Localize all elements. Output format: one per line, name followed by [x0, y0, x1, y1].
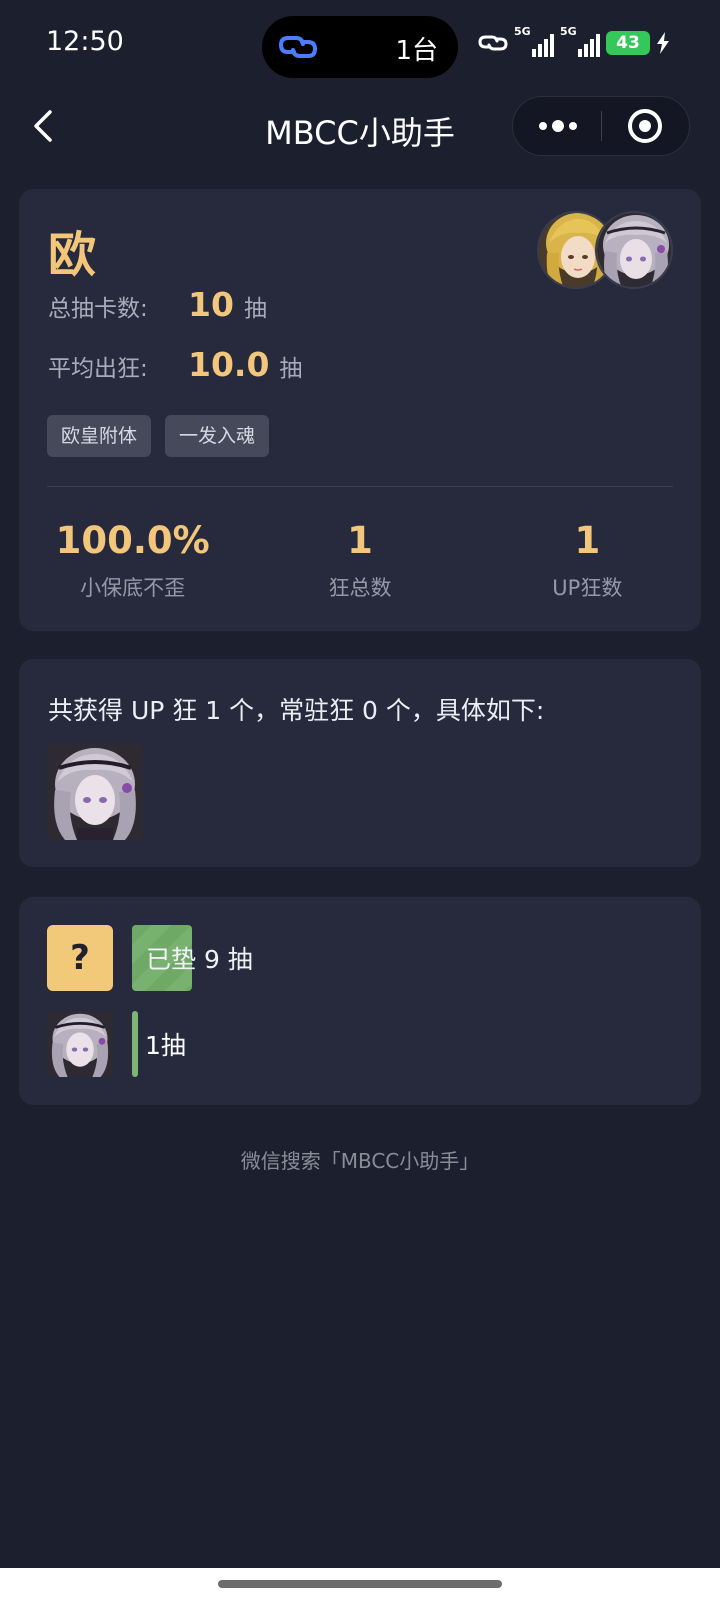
average-pulls-unit: 抽 — [279, 356, 303, 382]
footer-hint: 微信搜索「MBCC小助手」 — [240, 1149, 480, 1173]
metric-value: 100.0% — [55, 519, 210, 562]
metric-label: 狂总数 — [328, 576, 392, 600]
avatar-group — [537, 211, 673, 291]
metric-up-count: 1 UP狂数 — [474, 519, 701, 602]
average-pulls-label: 平均出狂: — [48, 356, 148, 382]
metrics-row: 100.0% 小保底不歪 1 狂总数 1 UP狂数 — [19, 519, 701, 602]
mini-program-capsule — [512, 96, 690, 156]
status-bar: 12:50 1台 5G 5G 43 — [0, 0, 720, 86]
average-pulls-value: 10.0 — [188, 345, 270, 384]
island-text: 1台 — [395, 36, 438, 66]
total-pulls-value: 10 — [188, 285, 234, 324]
total-pulls-label: 总抽卡数: — [48, 296, 148, 322]
more-button[interactable] — [513, 97, 601, 155]
tag: 欧皇附体 — [47, 415, 152, 457]
character-thumbnail[interactable] — [47, 744, 143, 840]
avatar-silver-hair-character — [595, 211, 673, 289]
battery-icon: 43 — [606, 31, 650, 55]
character-thumbnail[interactable] — [47, 1011, 113, 1077]
metric-total-count: 1 狂总数 — [246, 519, 473, 602]
link-icon — [278, 36, 318, 58]
tag: 一发入魂 — [165, 415, 270, 457]
pull-count-bar: 1抽 — [132, 1011, 186, 1077]
pity-progress-text: 已垫 9 抽 — [146, 945, 253, 974]
more-dots-icon — [539, 120, 577, 132]
charging-bolt-icon — [657, 32, 669, 54]
pull-history-card: ? 已垫 9 抽 1抽 — [19, 897, 701, 1105]
total-pulls-unit: 抽 — [243, 296, 267, 322]
signal-5g-icon: 5G — [514, 25, 554, 57]
target-circle-icon — [628, 109, 662, 143]
average-pulls-row: 平均出狂: 10.0 抽 — [48, 345, 302, 384]
obtained-summary: 共获得 UP 狂 1 个，常驻狂 0 个，具体如下: — [48, 696, 545, 725]
metric-label: UP狂数 — [552, 576, 623, 600]
divider — [47, 486, 673, 487]
pity-progress-bar: 已垫 9 抽 — [132, 925, 253, 991]
summary-card: 欧 总抽卡数: 10 抽 平均出狂: 10.0 抽 欧皇附体 一发入魂 100.… — [19, 189, 701, 631]
total-pulls-row: 总抽卡数: 10 抽 — [48, 285, 267, 324]
luck-rank: 欧 — [48, 227, 97, 283]
status-time: 12:50 — [46, 26, 124, 57]
network-label: 5G — [514, 25, 531, 38]
nav-bar: MBCC小助手 — [0, 92, 720, 162]
home-indicator[interactable] — [218, 1580, 502, 1588]
tag-list: 欧皇附体 一发入魂 — [47, 415, 270, 457]
signal-5g-icon: 5G — [560, 25, 600, 57]
obtained-card: 共获得 UP 狂 1 个，常驻狂 0 个，具体如下: — [19, 659, 701, 867]
close-button[interactable] — [601, 97, 689, 155]
dynamic-island[interactable]: 1台 — [262, 16, 458, 78]
metric-value: 1 — [574, 519, 601, 562]
metric-value: 1 — [347, 519, 373, 562]
unknown-character-icon: ? — [47, 925, 113, 991]
history-entry-row: 1抽 — [47, 1011, 186, 1077]
metric-guarantee-rate: 100.0% 小保底不歪 — [19, 519, 246, 602]
pull-count-text: 1抽 — [145, 1031, 186, 1060]
network-label: 5G — [560, 25, 577, 38]
link-icon — [478, 35, 508, 51]
home-bar-area — [0, 1568, 720, 1600]
metric-label: 小保底不歪 — [80, 576, 186, 600]
pending-pull-row: ? 已垫 9 抽 — [47, 925, 253, 991]
system-icons: 5G 5G 43 — [478, 25, 670, 60]
